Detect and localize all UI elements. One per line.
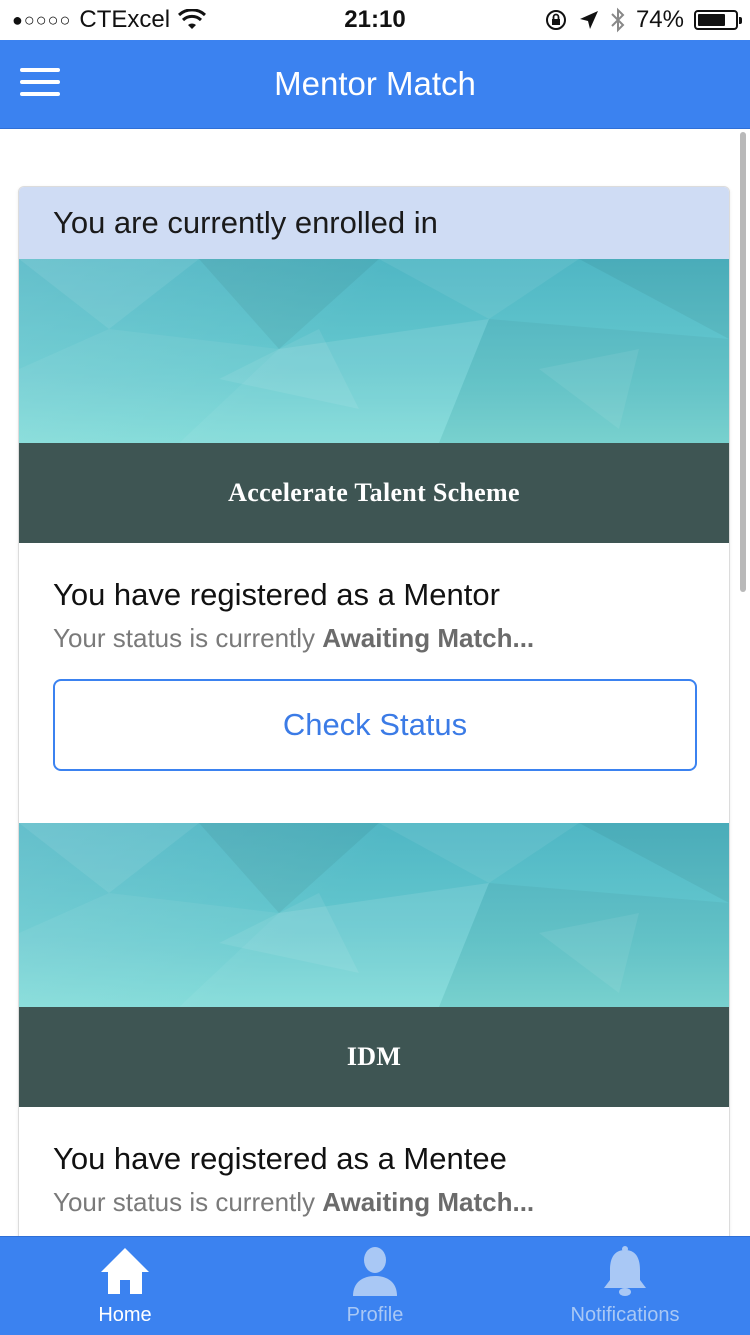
scheme-name: Accelerate Talent Scheme <box>19 443 729 543</box>
scheme-banner[interactable]: IDM <box>19 823 729 1107</box>
scheme-banner[interactable]: Accelerate Talent Scheme <box>19 259 729 543</box>
hamburger-menu-icon[interactable] <box>20 68 60 100</box>
tab-bar: Home Profile Notifications <box>0 1236 750 1335</box>
status-prefix: Your status is currently <box>53 623 316 653</box>
home-icon <box>101 1248 149 1294</box>
card-header: You are currently enrolled in <box>19 187 729 259</box>
tab-home[interactable]: Home <box>0 1237 250 1335</box>
location-arrow-icon <box>579 11 598 29</box>
battery-nub <box>739 17 742 24</box>
tab-label: Home <box>98 1304 152 1326</box>
main-content[interactable]: You are currently enrolled in Accelerate… <box>0 128 750 1236</box>
signal-strength-icon: ●○○○○ <box>12 9 72 30</box>
status-bar: ●○○○○ CTExcel 21:10 74% <box>0 0 750 40</box>
bluetooth-icon <box>611 7 625 33</box>
status-value: Awaiting Match... <box>322 1187 535 1217</box>
status-left: ●○○○○ CTExcel <box>0 6 207 34</box>
tab-profile[interactable]: Profile <box>250 1237 500 1335</box>
person-icon <box>353 1247 397 1296</box>
rotation-lock-icon <box>545 10 566 30</box>
scrollbar[interactable] <box>740 132 746 592</box>
role-text: You have registered as a Mentor <box>53 577 500 612</box>
carrier-name: CTExcel <box>79 6 171 33</box>
enrollment-card: You are currently enrolled in Accelerate… <box>18 186 730 1236</box>
banner-background-image <box>19 259 729 443</box>
status-line: Your status is currently Awaiting Match.… <box>53 623 534 654</box>
status-line: Your status is currently Awaiting Match.… <box>53 1187 534 1218</box>
navigation-bar: Mentor Match <box>0 40 750 129</box>
bell-icon <box>604 1246 646 1296</box>
check-status-button[interactable]: Check Status <box>53 679 697 771</box>
tab-notifications[interactable]: Notifications <box>500 1237 750 1335</box>
battery-fill <box>698 14 725 26</box>
tab-label: Profile <box>346 1304 404 1326</box>
status-value: Awaiting Match... <box>322 623 535 653</box>
battery-icon <box>694 10 742 30</box>
tab-label: Notifications <box>570 1304 680 1326</box>
role-text: You have registered as a Mentee <box>53 1141 507 1176</box>
scheme-name: IDM <box>19 1007 729 1107</box>
page-title: Mentor Match <box>274 65 476 102</box>
banner-background-image <box>19 823 729 1007</box>
wifi-icon <box>178 9 207 29</box>
status-prefix: Your status is currently <box>53 1187 316 1217</box>
battery-percent: 74% <box>635 6 684 33</box>
status-right: 74% <box>544 6 750 34</box>
